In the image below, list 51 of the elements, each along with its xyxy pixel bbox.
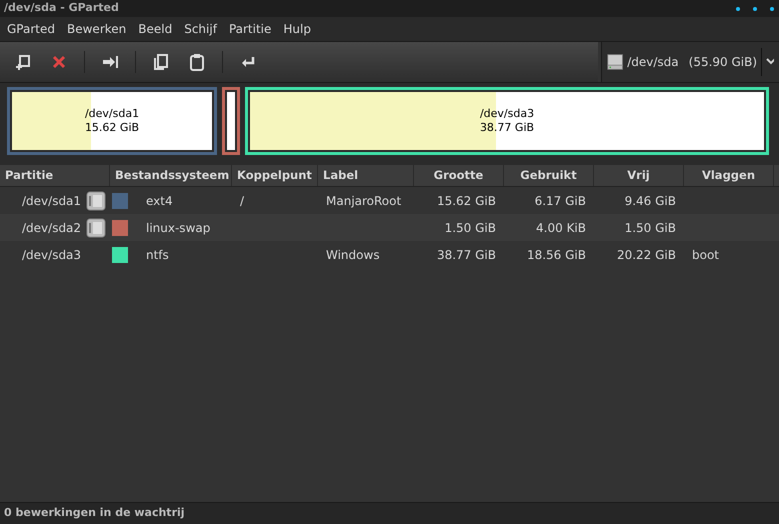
table-cell: 4.00 KiB <box>536 220 586 234</box>
clipboard-icon[interactable] <box>188 53 206 71</box>
window-title: /dev/sda - GParted <box>4 0 119 16</box>
partition-name: /dev/sda1 <box>84 107 140 121</box>
table-cell-text: ext4 <box>146 192 173 210</box>
menu-item[interactable]: GParted <box>3 20 59 38</box>
partition-block[interactable] <box>222 87 240 155</box>
partition-name: /dev/sda3 <box>480 107 534 121</box>
delete-icon[interactable] <box>50 53 68 71</box>
caret-icon <box>766 58 774 66</box>
table-cell: 20.22 GiB <box>616 248 676 262</box>
table-cell: boot <box>692 248 720 262</box>
menu-item[interactable]: Partitie <box>224 20 276 38</box>
new-partition-icon[interactable] <box>14 53 32 71</box>
table-cell: / <box>240 194 244 208</box>
menu-item[interactable]: Bewerken <box>63 20 130 38</box>
copy-icon[interactable] <box>152 53 170 71</box>
column-header[interactable]: Partitie <box>5 166 104 184</box>
table-cell: 1.50 GiB <box>624 220 676 234</box>
menu-item[interactable]: Schijf <box>180 20 221 38</box>
table-cell-text: /dev/sda1 <box>22 192 82 210</box>
device-selector[interactable]: /dev/sda (55.90 GiB) <box>601 42 779 82</box>
column-header[interactable]: Grootte <box>419 166 498 184</box>
menu-item[interactable]: Beeld <box>134 20 176 38</box>
window-controls-icon[interactable] <box>735 6 775 12</box>
table-cell-text: linux-swap <box>146 220 210 236</box>
table-cell: 1.50 GiB <box>444 220 496 234</box>
status-text: 0 bewerkingen in de wachtrij <box>4 505 185 522</box>
partition-size: 38.77 GiB <box>480 121 534 135</box>
column-header[interactable]: Gebruikt <box>509 166 588 184</box>
table-cell: 18.56 GiB <box>526 248 586 262</box>
column-header[interactable]: Vrij <box>599 166 678 184</box>
table-cell-text: /dev/sda3 <box>22 246 82 264</box>
table-cell: Windows <box>326 248 380 262</box>
hard-drive-icon <box>607 52 624 72</box>
partition-size: 15.62 GiB <box>84 121 140 135</box>
menu-item[interactable]: Hulp <box>279 20 315 38</box>
table-cell-text: /dev/sda2 <box>22 220 82 236</box>
column-header[interactable]: Bestandssysteem <box>115 166 226 184</box>
table-cell: 9.46 GiB <box>624 194 676 208</box>
table-cell: 15.62 GiB <box>436 194 496 208</box>
partition-block[interactable]: /dev/sda1 15.62 GiB <box>7 87 217 155</box>
table-cell: 6.17 GiB <box>534 194 586 208</box>
partition-block[interactable]: /dev/sda3 38.77 GiB <box>245 87 769 155</box>
column-header[interactable]: Label <box>323 166 408 184</box>
table-cell-text: ntfs <box>146 246 169 264</box>
column-header[interactable]: Vlaggen <box>689 166 768 184</box>
column-header[interactable]: Koppelpunt <box>237 166 312 184</box>
table-cell: 38.77 GiB <box>436 248 496 262</box>
table-cell: ManjaroRoot <box>326 194 402 208</box>
arrow-to-bar-icon[interactable] <box>101 53 119 71</box>
